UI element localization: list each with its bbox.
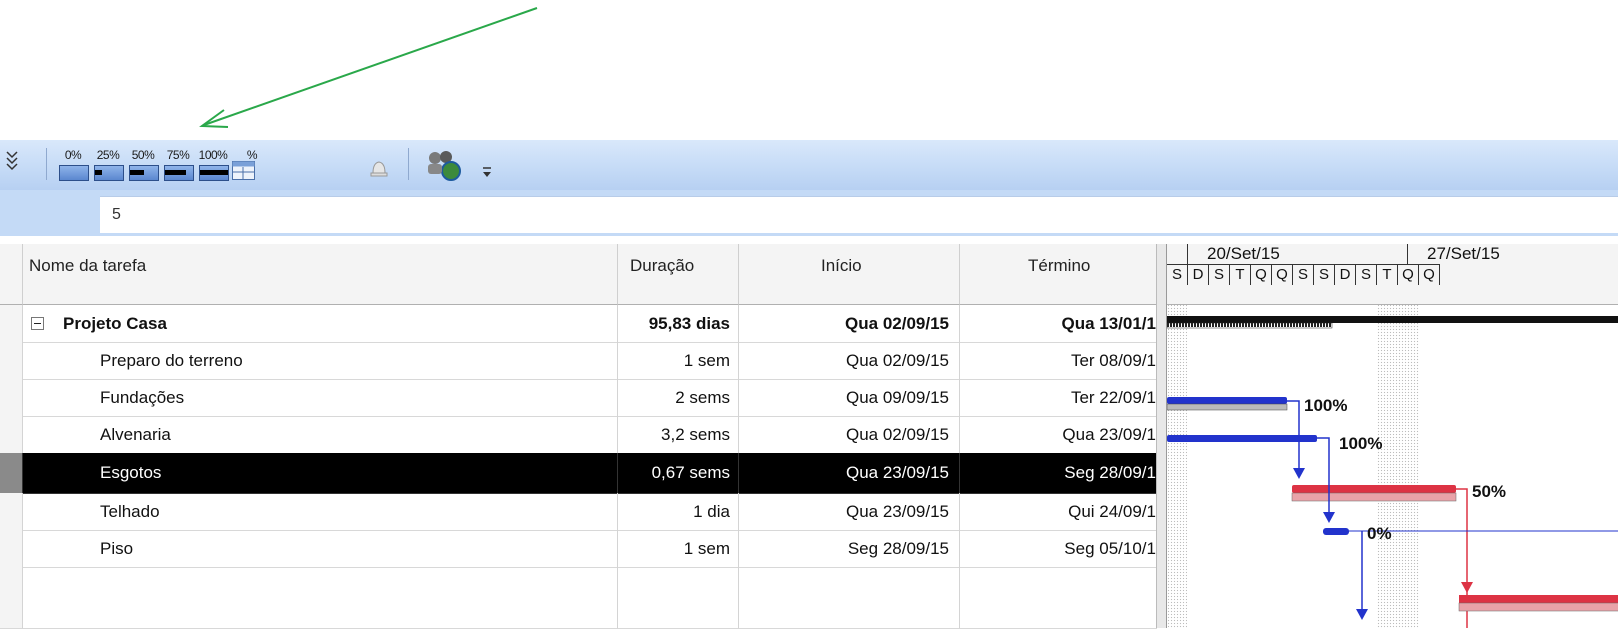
table-row[interactable]: Fundações 2 sems Qua 09/09/15 Ter 22/09/… — [0, 379, 1157, 417]
progress-25-button[interactable]: 25% — [90, 148, 126, 186]
progress-0-button[interactable]: 0% — [55, 148, 91, 186]
annotation-arrow — [199, 7, 538, 128]
timescale-day: T — [1377, 264, 1398, 285]
progress-75-button[interactable]: 75% — [160, 148, 196, 186]
table-row[interactable]: Piso 1 sem Seg 28/09/15 Seg 05/10/1 — [0, 530, 1157, 568]
tracking-toolbar: 0% 25% 50% 75% 100% % — [0, 140, 1618, 190]
timescale-week-label: 20/Set/15 — [1207, 244, 1280, 263]
table-row[interactable]: Projeto Casa 95,83 dias Qua 02/09/15 Qua… — [0, 305, 1157, 343]
timescale-day: S — [1209, 264, 1230, 285]
column-header-finish[interactable]: Término — [960, 244, 1157, 305]
task-bar-fundacoes — [1167, 397, 1287, 404]
column-header-duration[interactable]: Duração — [618, 244, 739, 305]
toolbar-options-icon[interactable] — [481, 162, 493, 182]
gantt-chart: 20/Set/15 27/Set/15 S D S T Q Q S S D S … — [1166, 244, 1618, 628]
task-bar-piso — [1459, 595, 1618, 603]
progress-100-icon — [199, 165, 229, 181]
progress-25-icon — [94, 165, 124, 181]
progress-label-alvenaria: 100% — [1339, 434, 1383, 453]
task-bar-telhado — [1323, 528, 1349, 535]
timescale-day: Q — [1272, 264, 1293, 285]
table-update-icon — [232, 161, 255, 180]
timescale-day: S — [1314, 264, 1335, 285]
progress-50-icon — [129, 165, 159, 181]
table-row[interactable]: Telhado 1 dia Qua 23/09/15 Qui 24/09/1 — [0, 493, 1157, 531]
timescale-day: Q — [1419, 264, 1440, 285]
timescale-day: S — [1356, 264, 1377, 285]
summary-bar — [1167, 316, 1618, 323]
timescale-week-label: 27/Set/15 — [1427, 244, 1500, 263]
collapse-icon[interactable] — [31, 317, 44, 330]
timescale-day: S — [1167, 264, 1188, 285]
entry-field[interactable]: 5 — [100, 196, 1618, 233]
column-header-name[interactable]: Nome da tarefa — [23, 244, 618, 305]
table-row[interactable]: Alvenaria 3,2 sems Qua 02/09/15 Qua 23/0… — [0, 416, 1157, 454]
column-header-start[interactable]: Início — [739, 244, 960, 305]
gantt-bars — [1167, 316, 1618, 628]
timescale-day: Q — [1251, 264, 1272, 285]
timescale-day: S — [1293, 264, 1314, 285]
update-as-scheduled-button[interactable]: % — [228, 148, 264, 186]
timescale-header: 20/Set/15 27/Set/15 S D S T Q Q S S D S … — [1167, 244, 1618, 305]
task-bar-alvenaria — [1167, 435, 1317, 442]
progress-100-button[interactable]: 100% — [195, 148, 231, 186]
timescale-day: Q — [1398, 264, 1419, 285]
progress-75-icon — [164, 165, 194, 181]
progress-0-icon — [59, 165, 89, 181]
progress-50-button[interactable]: 50% — [125, 148, 161, 186]
table-row-selected[interactable]: Esgotos 0,67 sems Qua 23/09/15 Seg 28/09… — [0, 453, 1157, 494]
row-header-corner — [0, 244, 23, 305]
task-bar-esgotos — [1292, 485, 1456, 493]
timescale-day: D — [1335, 264, 1356, 285]
collapse-toolbar-icon[interactable] — [6, 148, 18, 178]
progress-label-esgotos: 50% — [1472, 482, 1507, 501]
collaborate-icon[interactable] — [424, 148, 464, 182]
progress-label-fundacoes: 100% — [1304, 396, 1348, 415]
timescale-day: T — [1230, 264, 1251, 285]
table-row[interactable]: Preparo do terreno 1 sem Qua 02/09/15 Te… — [0, 342, 1157, 380]
table-row-partial[interactable] — [0, 567, 1157, 629]
reminder-bell-icon[interactable] — [368, 158, 390, 180]
timescale-day: D — [1188, 264, 1209, 285]
progress-label-telhado: 0% — [1367, 524, 1392, 543]
